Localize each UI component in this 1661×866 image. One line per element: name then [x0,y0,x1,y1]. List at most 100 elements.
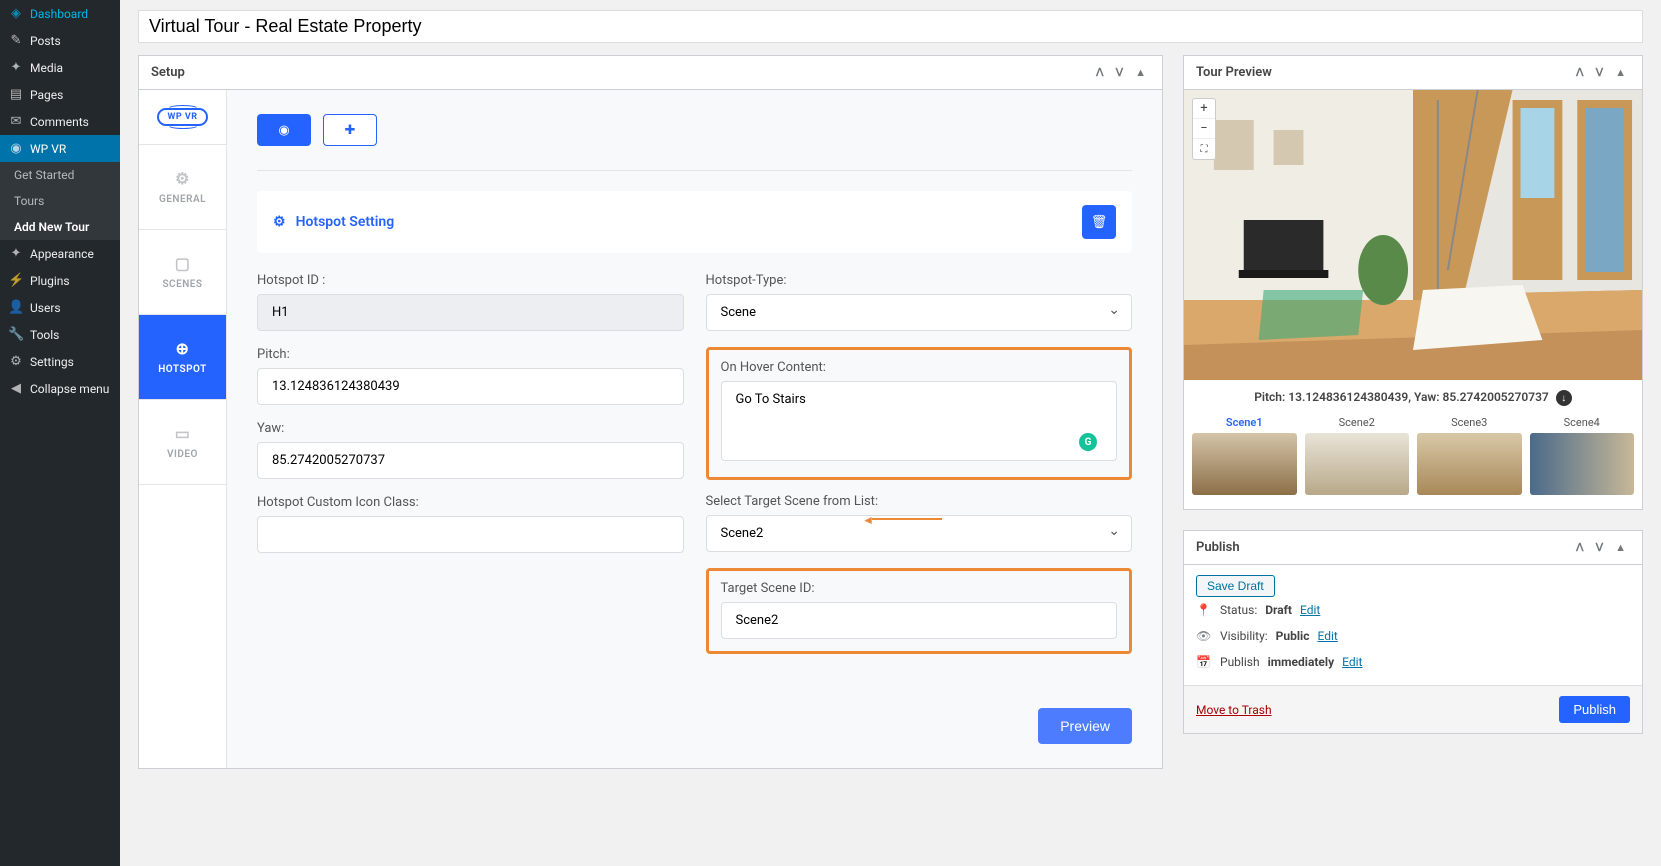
icon-class-input[interactable] [257,516,684,553]
admin-sidebar: ◈Dashboard ✎Posts ✦Media ▤Pages ✉Comment… [0,0,120,866]
sidebar-item-media[interactable]: ✦Media [0,54,120,81]
sidebar-item-dashboard[interactable]: ◈Dashboard [0,0,120,27]
vtab-video[interactable]: ▭VIDEO [139,400,226,485]
fullscreen-button[interactable]: ⛶ [1193,139,1215,159]
save-draft-button[interactable]: Save Draft [1196,575,1275,597]
hotspot-setting-title: Hotspot Setting [296,214,395,230]
sidebar-label: Users [30,301,61,315]
hotspot-tab-1[interactable]: ◉ [257,114,311,146]
move-up-icon[interactable]: ᐱ [1572,64,1588,81]
move-down-icon[interactable]: ᐯ [1592,64,1608,81]
schedule-value: immediately [1268,655,1335,669]
preview-button[interactable]: Preview [1038,708,1132,744]
pitch-yaw-readout: Pitch: 13.124836124380439, Yaw: 85.27420… [1254,390,1549,404]
sidebar-item-users[interactable]: 👤 Users [0,294,120,321]
sidebar-item-pages[interactable]: ▤Pages [0,81,120,108]
vtab-scenes[interactable]: ▢SCENES [139,230,226,315]
hotspot-type-select[interactable]: Scene [706,294,1133,331]
sidebar-item-comments[interactable]: ✉Comments [0,108,120,135]
scene-thumb-1[interactable]: Scene1 [1192,416,1297,495]
target-scene-id-highlight: Target Scene ID: [706,568,1133,654]
visibility-label: Visibility: [1220,629,1268,643]
scene-thumb-3[interactable]: Scene3 [1417,416,1522,495]
visibility-value: Public [1276,629,1310,643]
plugins-icon: ⚡ [8,273,24,288]
sidebar-item-appearance[interactable]: ✦ Appearance [0,240,120,267]
zoom-in-button[interactable]: + [1193,99,1215,119]
sidebar-item-plugins[interactable]: ⚡Plugins [0,267,120,294]
tour-preview-viewport[interactable]: + − ⛶ [1184,90,1642,380]
pitch-input[interactable] [257,368,684,405]
sidebar-sub-add-new-tour[interactable]: Add New Tour [0,214,120,240]
sidebar-label: Posts [30,34,61,48]
collapse-icon: ◀ [8,381,24,396]
sidebar-label: Collapse menu [30,382,109,396]
sidebar-sub-tours[interactable]: Tours [0,188,120,214]
wpvr-icon: ◉ [8,141,24,156]
move-up-icon[interactable]: ᐱ [1092,64,1108,81]
sidebar-item-posts[interactable]: ✎Posts [0,27,120,54]
appearance-icon: ✦ [8,246,24,261]
sidebar-label: WP VR [30,142,66,156]
target-scene-id-input[interactable] [721,602,1118,639]
hotspot-type-label: Hotspot-Type: [706,273,1133,288]
hotspot-id-input [257,294,684,331]
delete-hotspot-button[interactable]: 🗑 [1082,205,1116,239]
target-icon: ⊕ [143,339,222,358]
edit-schedule-link[interactable]: Edit [1342,655,1362,669]
zoom-out-button[interactable]: − [1193,119,1215,139]
toggle-icon[interactable]: ▲ [1611,539,1630,556]
vtab-label: SCENES [162,279,202,290]
schedule-label: Publish [1220,655,1260,669]
pages-icon: ▤ [8,87,24,102]
post-title-input[interactable] [138,10,1643,43]
download-coords-icon[interactable]: ↓ [1556,390,1572,406]
target-scene-id-label: Target Scene ID: [721,581,1118,596]
video-icon: ▭ [143,424,222,443]
sidebar-label: Appearance [30,247,94,261]
gear-icon: ⚙ [143,169,222,188]
hotspot-tab-add[interactable]: ✚ [323,114,377,146]
vtab-general[interactable]: ⚙GENERAL [139,145,226,230]
sidebar-sub-get-started[interactable]: Get Started [0,162,120,188]
setup-header: Setup [151,65,185,80]
sidebar-item-collapse[interactable]: ◀ Collapse menu [0,375,120,402]
publish-postbox: Publish ᐱ ᐯ ▲ Save Draft 📍 Status: Draft [1183,530,1643,734]
sidebar-item-tools[interactable]: 🔧Tools [0,321,120,348]
edit-status-link[interactable]: Edit [1300,603,1320,617]
sidebar-item-wpvr[interactable]: ◉ WP VR [0,135,120,162]
move-to-trash-link[interactable]: Move to Trash [1196,703,1272,717]
settings-icon: ⚙ [8,354,24,369]
gear-icon: ⚙ [273,214,286,230]
circle-dot-icon: ◉ [278,123,289,138]
toggle-icon[interactable]: ▲ [1611,64,1630,81]
move-down-icon[interactable]: ᐯ [1112,64,1128,81]
yaw-label: Yaw: [257,421,684,436]
scene-thumb-2[interactable]: Scene2 [1305,416,1410,495]
hover-content-textarea[interactable]: Go To Stairs [721,381,1118,461]
publish-button[interactable]: Publish [1559,696,1630,723]
scene-thumb-4[interactable]: Scene4 [1530,416,1635,495]
yaw-input[interactable] [257,442,684,479]
users-icon: 👤 [8,300,24,315]
vtab-logo: WP VR [139,90,226,145]
hover-content-highlight: On Hover Content: Go To Stairs G [706,347,1133,480]
scene-label: Scene4 [1530,416,1635,429]
vtab-hotspot[interactable]: ⊕HOTSPOT [139,315,226,400]
sidebar-label: Settings [30,355,74,369]
scene-label: Scene1 [1192,416,1297,429]
hotspot-id-label: Hotspot ID : [257,273,684,288]
trash-icon: 🗑 [1091,215,1108,230]
move-down-icon[interactable]: ᐯ [1592,539,1608,556]
setup-postbox: Setup ᐱ ᐯ ▲ WP VR ⚙GENERAL ▢SCENES ⊕HOTS… [138,55,1163,769]
scene-label: Scene3 [1417,416,1522,429]
sidebar-label: Dashboard [30,7,88,21]
sidebar-label: Media [30,61,63,75]
edit-visibility-link[interactable]: Edit [1317,629,1337,643]
icon-class-label: Hotspot Custom Icon Class: [257,495,684,510]
move-up-icon[interactable]: ᐱ [1572,539,1588,556]
pin-icon: 📍 [1196,603,1212,617]
toggle-icon[interactable]: ▲ [1131,64,1150,81]
sidebar-item-settings[interactable]: ⚙ Settings [0,348,120,375]
publish-header: Publish [1196,540,1240,555]
